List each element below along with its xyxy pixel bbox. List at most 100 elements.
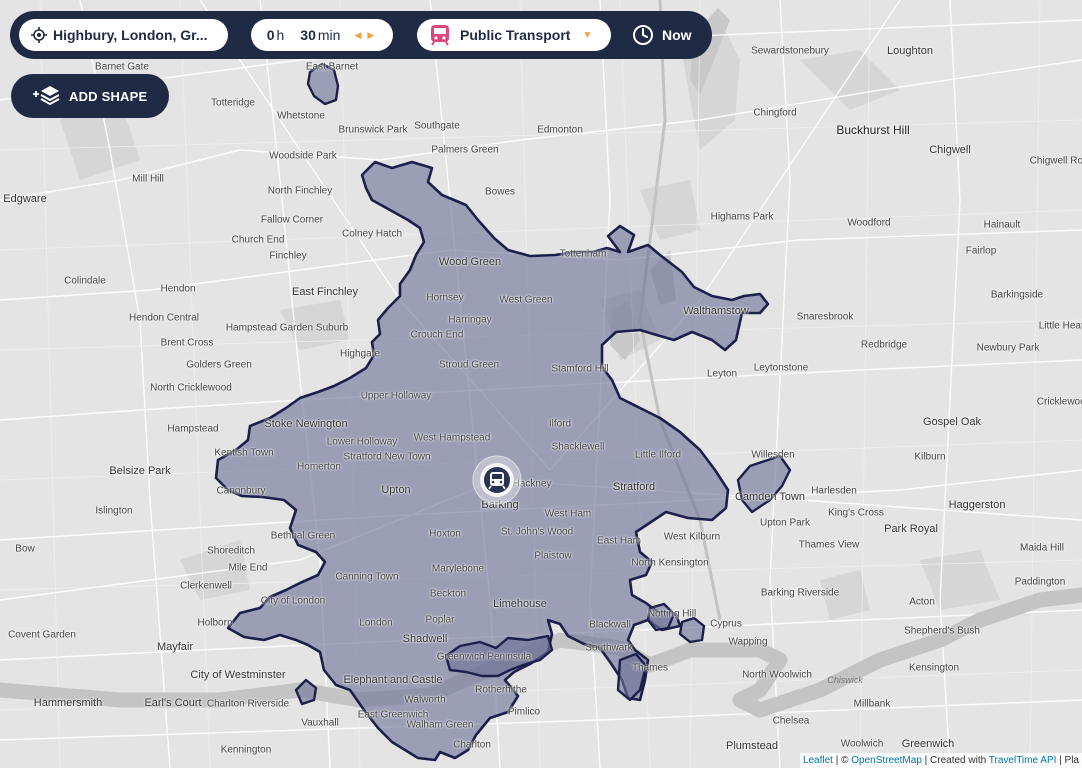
transport-mode-select[interactable]: Public Transport ▼ [417,19,611,51]
place-label: Golders Green [186,359,252,371]
place-label: Fairlop [965,245,997,257]
place-label: Willesden [751,449,795,461]
place-label: Stroud Green [438,359,500,371]
place-label: Kentish Town [214,447,274,459]
place-label: Shepherd's Bush [904,625,980,637]
place-label: Woodford [847,217,891,229]
place-label: Colindale [64,275,106,287]
place-label: Shadwell [402,633,448,645]
origin-marker[interactable] [472,455,522,505]
place-label: Hendon [160,283,196,295]
place-label: Woolwich [840,738,884,750]
place-label: Stoke Newington [264,418,348,430]
place-label: North Cricklewood [150,382,232,394]
place-label: Holborn [197,617,233,629]
place-label: Upton [381,484,411,496]
location-text: Highbury, London, Gr... [53,27,208,43]
place-label: Stratford [612,481,656,493]
decrease-arrow-icon[interactable]: ◀ [354,30,361,41]
place-label: Barnet Gate [95,61,149,73]
place-label: City of London [260,595,326,607]
place-label: Hainault [983,219,1021,231]
place-label: Marylebone [431,563,485,575]
place-label: London [359,617,393,629]
place-label: King's Cross [828,507,884,519]
attribution-tail: | Pla [1056,755,1079,766]
place-label: Acton [909,596,935,608]
place-label: North Finchley [267,185,333,197]
place-label: Palmers Green [431,144,499,156]
place-label: Finchley [269,250,307,262]
place-label: Chelsea [772,715,810,727]
place-label: Sewardstonebury [751,45,829,57]
osm-link[interactable]: OpenStreetMap [851,755,922,766]
place-label: Covent Garden [8,629,76,641]
map-attribution: Leaflet | © OpenStreetMap | Created with… [799,753,1082,768]
place-label: Woodside Park [269,150,337,162]
place-label: Highams Park [710,211,774,223]
place-label: North Woolwich [742,669,812,681]
place-label: Gospel Oak [922,416,982,428]
place-label: Belsize Park [109,465,171,477]
place-label: Little Ilford [634,449,682,461]
traveltime-link[interactable]: TravelTime API [989,755,1057,766]
train-marker-icon [472,455,522,505]
place-label: Lower Holloway [326,436,398,448]
place-label: Stratford New Town [343,451,431,463]
place-label: Southgate [414,120,460,132]
place-label: Edmonton [537,124,583,136]
place-label: Hornsey [426,292,464,304]
chevron-down-icon: ▼ [582,29,593,41]
place-label: North Kensington [631,557,709,569]
map-canvas[interactable]: Barnet Gate East Barnet Sewardstonebury Lou… [0,0,1082,768]
place-label: East Barnet [305,61,359,73]
place-label: Rotherhithe [475,684,527,696]
place-label: Loughton [887,45,933,57]
place-label: Haggerston [948,499,1006,511]
increase-arrow-icon[interactable]: ▶ [367,30,374,41]
attribution-separator: | © [832,755,852,766]
place-label: Chingford [753,107,797,119]
time-label: Now [662,27,692,43]
place-label: Upton Park [759,517,811,529]
place-label: East Finchley [291,286,359,298]
place-label: Greenwich [901,738,955,750]
place-label: Camden Town [734,491,806,503]
place-label: Blackwall [589,619,631,631]
place-label: Colney Hatch [341,228,403,240]
place-label: Earl's Court [144,697,202,709]
place-label: Cricklewood [1036,396,1082,408]
place-label: Kennington [220,744,272,756]
place-label: City of Westminster [190,669,286,681]
minutes-unit: min [317,27,341,43]
travel-time-input[interactable]: 0 h 30 min ◀ ▶ [251,19,393,51]
place-label: East Ham [597,535,641,547]
place-label: Buckhurst Hill [836,123,910,137]
place-label: Shacklewell [551,441,605,453]
place-label: Notting Hill [647,608,697,620]
add-shape-button[interactable]: ADD SHAPE [11,74,169,118]
place-label: Canonbury [216,485,266,497]
isochrone-island [678,616,706,644]
clock-icon [633,25,653,45]
place-label: Harlesden [811,485,857,497]
place-label: Vauxhall [301,717,339,729]
place-label: Edgware [3,193,47,205]
minutes-value[interactable]: 30 [300,27,316,43]
place-label: Hendon Central [128,312,200,324]
place-label: Hampstead [167,423,219,435]
place-label: Fallow Corner [260,214,324,226]
place-label: Highgate [339,348,381,360]
attribution-separator: | Created with [921,755,989,766]
place-label: Plaistow [534,550,572,562]
location-input[interactable]: Highbury, London, Gr... [19,19,228,51]
place-label: Thames [631,662,669,674]
departure-time-button[interactable]: Now [632,23,692,47]
place-label: West Kilburn [663,531,721,543]
place-label: Plumstead [726,740,778,752]
place-label: Newbury Park [976,342,1040,354]
hours-value[interactable]: 0 [267,27,275,43]
train-icon [431,25,449,46]
place-label: Crouch End [410,329,464,341]
leaflet-link[interactable]: Leaflet [803,755,833,766]
